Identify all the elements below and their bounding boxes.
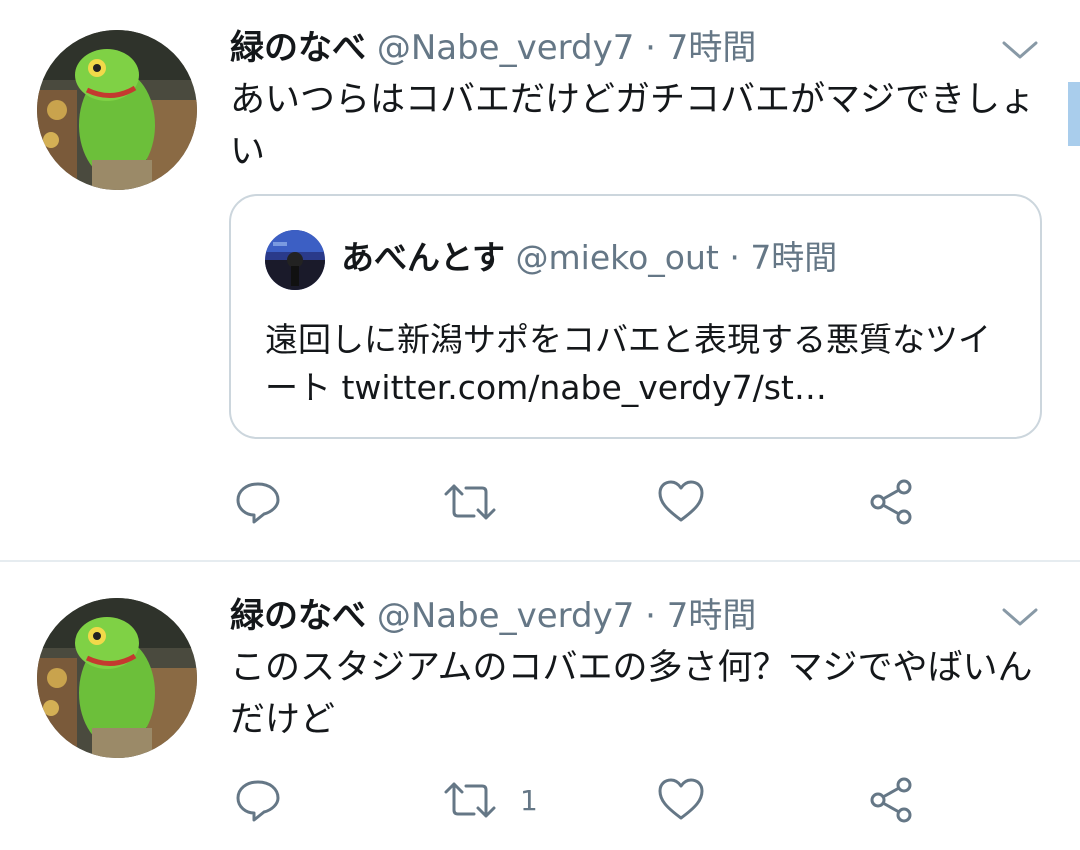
reply-icon	[236, 780, 280, 822]
share-icon	[870, 777, 912, 823]
like-icon	[658, 778, 704, 820]
display-name[interactable]: 緑のなべ	[230, 28, 366, 68]
avatar[interactable]	[37, 30, 197, 190]
separator: ·	[645, 596, 656, 636]
tweet[interactable]: 緑のなべ @Nabe_verdy7 · 7時間 このスタジアムのコバエの多さ何？…	[0, 562, 1080, 850]
reply-icon	[236, 482, 280, 524]
tweet[interactable]: 緑のなべ @Nabe_verdy7 · 7時間 あいつらはコバエだけどガチコバエ…	[0, 0, 1080, 560]
user-handle: @mieko_out	[515, 238, 719, 277]
chevron-down-icon	[1002, 41, 1038, 59]
like-icon	[658, 480, 704, 522]
share-button[interactable]	[866, 472, 916, 532]
separator: ·	[729, 238, 740, 277]
retweet-button[interactable]	[442, 472, 520, 532]
timestamp: 7時間	[750, 238, 838, 277]
retweet-icon	[444, 782, 496, 818]
more-options-button[interactable]	[1000, 602, 1040, 632]
quoted-tweet-text: 遠回しに新潟サポをコバエと表現する悪質なツイート twitter.com/nab…	[265, 320, 991, 407]
share-icon	[870, 479, 912, 525]
timestamp[interactable]: 7時間	[667, 28, 757, 68]
separator: ·	[645, 28, 656, 68]
like-button[interactable]	[656, 472, 706, 532]
tweet-text: このスタジアムのコバエの多さ何？マジでやばいんだけど	[230, 648, 1033, 740]
quoted-tweet-header: あべんとす @mieko_out · 7時間	[341, 236, 837, 280]
tweet-text: あいつらはコバエだけどガチコバエがマジできしょい	[230, 80, 1036, 172]
share-button[interactable]	[866, 770, 916, 830]
display-name[interactable]: 緑のなべ	[230, 596, 366, 636]
chevron-down-icon	[1002, 608, 1038, 626]
retweet-button[interactable]: 1	[442, 770, 538, 830]
tweet-header: 緑のなべ @Nabe_verdy7 · 7時間	[230, 594, 756, 638]
frog-avatar-image	[37, 30, 197, 190]
avatar[interactable]	[37, 598, 197, 758]
retweet-count: 1	[520, 783, 538, 817]
tweet-actions: 1	[0, 770, 1080, 830]
retweet-icon	[444, 484, 496, 520]
reply-button[interactable]	[234, 472, 282, 532]
user-handle[interactable]: @Nabe_verdy7	[377, 596, 635, 636]
frog-avatar-image	[37, 598, 197, 758]
more-options-button[interactable]	[1000, 35, 1040, 65]
timestamp[interactable]: 7時間	[667, 596, 757, 636]
like-button[interactable]	[656, 770, 706, 830]
avatar[interactable]	[265, 230, 325, 290]
display-name: あべんとす	[341, 238, 506, 277]
user-handle[interactable]: @Nabe_verdy7	[377, 28, 635, 68]
stadium-avatar-image	[265, 230, 325, 290]
reply-button[interactable]	[234, 770, 282, 830]
tweet-actions	[0, 472, 1080, 532]
tweet-header: 緑のなべ @Nabe_verdy7 · 7時間	[230, 26, 756, 70]
quoted-tweet[interactable]: あべんとす @mieko_out · 7時間 遠回しに新潟サポをコバエと表現する…	[229, 194, 1042, 439]
